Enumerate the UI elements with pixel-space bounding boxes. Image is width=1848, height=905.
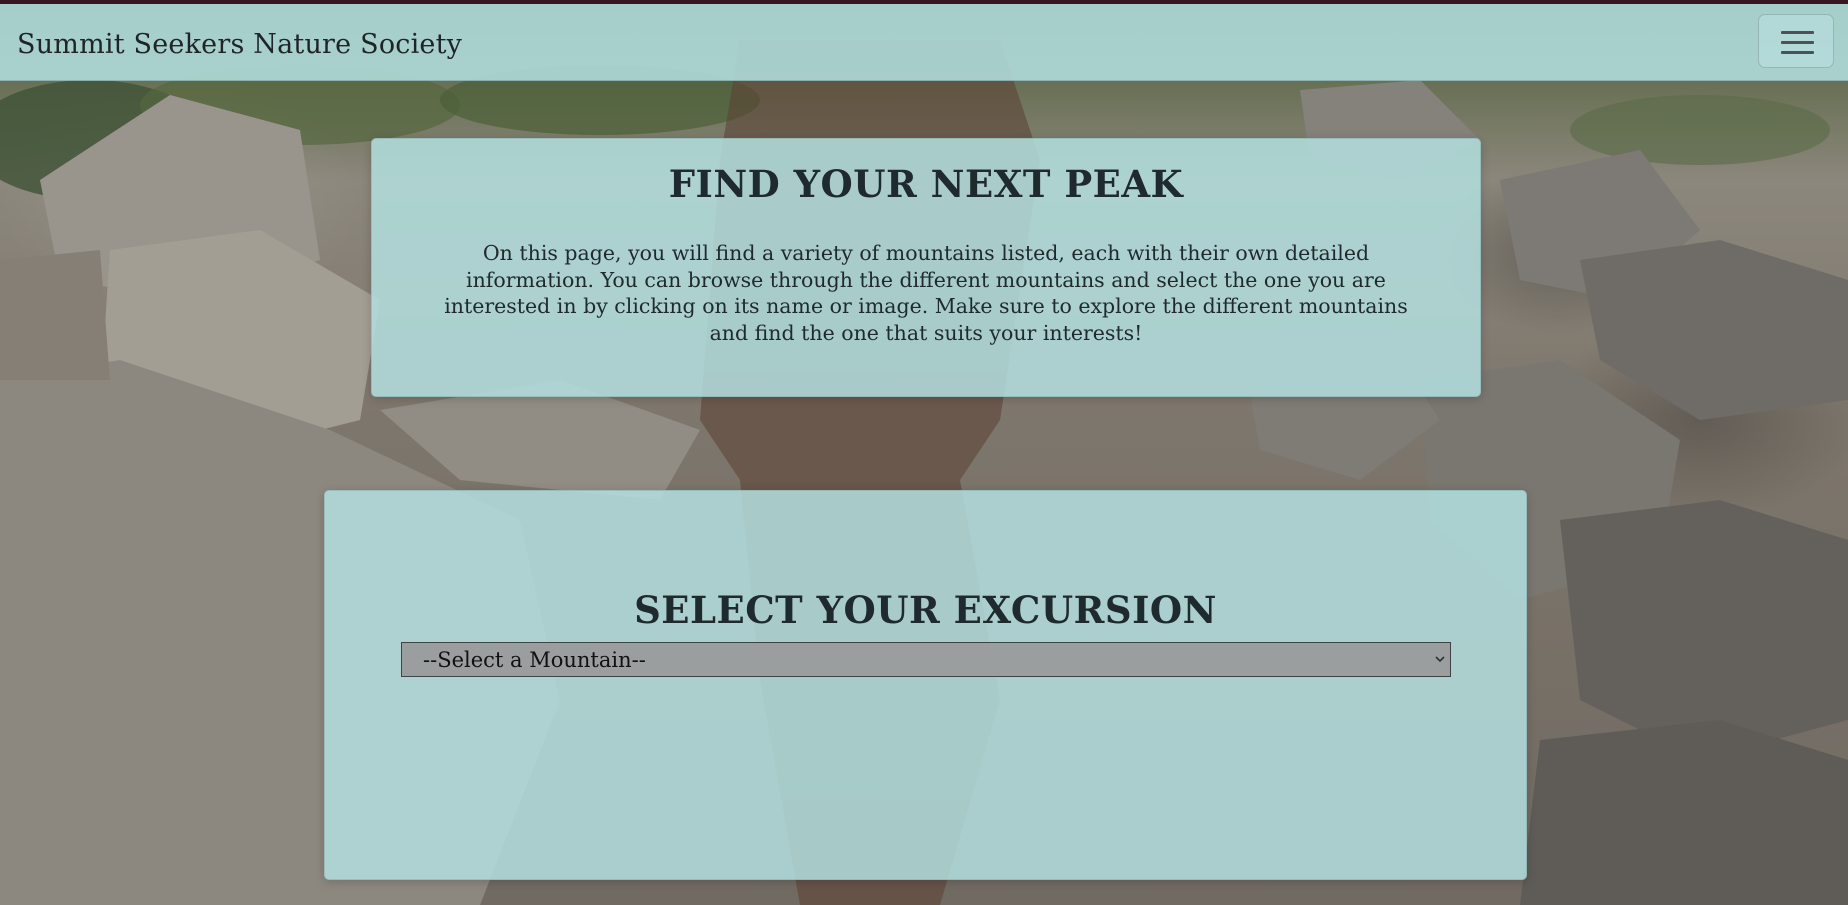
- chevron-down-icon: [1435, 656, 1445, 663]
- mountain-select[interactable]: --Select a Mountain--: [401, 642, 1451, 677]
- mountain-select-value: --Select a Mountain--: [423, 648, 646, 672]
- brand-link[interactable]: Summit Seekers Nature Society: [17, 28, 462, 62]
- hamburger-menu-button[interactable]: [1758, 14, 1834, 68]
- excursion-panel: SELECT YOUR EXCURSION --Select a Mountai…: [324, 490, 1527, 880]
- excursion-title: SELECT YOUR EXCURSION: [634, 588, 1217, 632]
- intro-panel: FIND YOUR NEXT PEAK On this page, you wi…: [371, 138, 1481, 397]
- intro-description: On this page, you will find a variety of…: [444, 241, 1408, 345]
- navbar: Summit Seekers Nature Society: [0, 4, 1848, 81]
- intro-title: FIND YOUR NEXT PEAK: [668, 162, 1184, 206]
